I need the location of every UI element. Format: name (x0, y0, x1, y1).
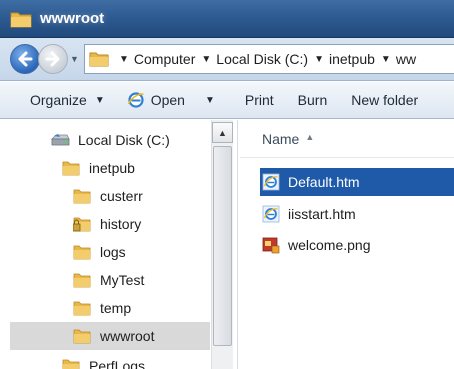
hard-drive-icon (51, 134, 70, 146)
locked-folder-icon (72, 217, 91, 232)
file-list-pane[interactable]: Name ▲ Default.htm iisstart.htm welcome.… (240, 120, 454, 369)
tree-item-local-disk[interactable]: Local Disk (C:) (50, 126, 170, 154)
internet-explorer-icon (127, 92, 144, 108)
folder-icon (62, 359, 80, 369)
organize-button[interactable]: Organize ▼ (30, 92, 105, 108)
chevron-down-icon: ▼ (94, 94, 105, 106)
folder-icon (10, 10, 32, 28)
html-file-icon (262, 173, 280, 191)
tree-item-mytest[interactable]: MyTest (73, 266, 144, 294)
tree-item-custerr[interactable]: custerr (73, 182, 143, 210)
breadcrumb-local-disk[interactable]: ▼ Local Disk (C:) (195, 51, 308, 67)
window-title: wwwroot (40, 10, 105, 27)
folder-icon (73, 189, 91, 204)
back-arrow-icon (18, 51, 33, 67)
address-bar[interactable]: ▼ Computer ▼ Local Disk (C:) ▼ inetpub ▼… (84, 44, 454, 74)
chevron-down-icon[interactable]: ▼ (119, 54, 129, 65)
column-header-name[interactable]: Name ▲ (240, 120, 454, 158)
back-button[interactable] (10, 44, 40, 74)
folder-icon (73, 245, 91, 260)
breadcrumb-inetpub[interactable]: ▼ inetpub (308, 51, 375, 67)
new-folder-button[interactable]: New folder (351, 92, 418, 108)
sort-ascending-icon: ▲ (305, 131, 315, 142)
html-file-icon (262, 205, 280, 223)
navigation-pane[interactable]: Local Disk (C:) inetpub custerr history … (0, 120, 238, 369)
chevron-down-icon[interactable]: ▼ (201, 54, 211, 65)
tree-item-perflogs[interactable]: PerfLogs (62, 352, 145, 369)
folder-icon (73, 273, 91, 288)
print-button[interactable]: Print (245, 92, 274, 108)
forward-button[interactable] (38, 44, 68, 74)
breadcrumb-wwwroot[interactable]: ▼ ww (375, 51, 416, 67)
recent-pages-dropdown[interactable]: ▼ (70, 54, 80, 64)
tree-item-logs[interactable]: logs (73, 238, 126, 266)
title-bar[interactable]: wwwroot (0, 0, 454, 38)
chevron-down-icon[interactable]: ▼ (381, 54, 391, 65)
breadcrumb-computer[interactable]: ▼ Computer (113, 51, 195, 67)
tree-item-temp[interactable]: temp (73, 294, 131, 322)
chevron-down-icon[interactable]: ▼ (314, 54, 324, 65)
folder-icon (73, 301, 91, 316)
burn-button[interactable]: Burn (298, 92, 328, 108)
command-toolbar: Organize ▼ Open ▼ Print Burn New folder (0, 82, 454, 119)
scroll-thumb[interactable] (213, 146, 232, 346)
scroll-up-button[interactable]: ▲ (212, 122, 233, 143)
open-button[interactable]: Open (127, 91, 185, 109)
tree-item-inetpub[interactable]: inetpub (62, 154, 135, 182)
file-item-welcome-png[interactable]: welcome.png (260, 231, 454, 259)
file-item-iisstart-htm[interactable]: iisstart.htm (260, 200, 454, 228)
navigation-scrollbar[interactable]: ▲ (211, 120, 233, 369)
tree-item-wwwroot[interactable]: wwwroot (10, 322, 210, 350)
open-with-dropdown[interactable]: ▼ (205, 95, 215, 106)
folder-icon (89, 51, 109, 67)
file-item-default-htm[interactable]: Default.htm (260, 168, 454, 196)
forward-arrow-icon (45, 51, 60, 67)
address-row: ▼ ▼ Computer ▼ Local Disk (C:) ▼ inetpub… (0, 38, 454, 81)
image-file-icon (262, 237, 280, 254)
tree-item-history[interactable]: history (72, 210, 141, 238)
folder-icon (62, 161, 80, 176)
folder-icon (73, 329, 91, 344)
